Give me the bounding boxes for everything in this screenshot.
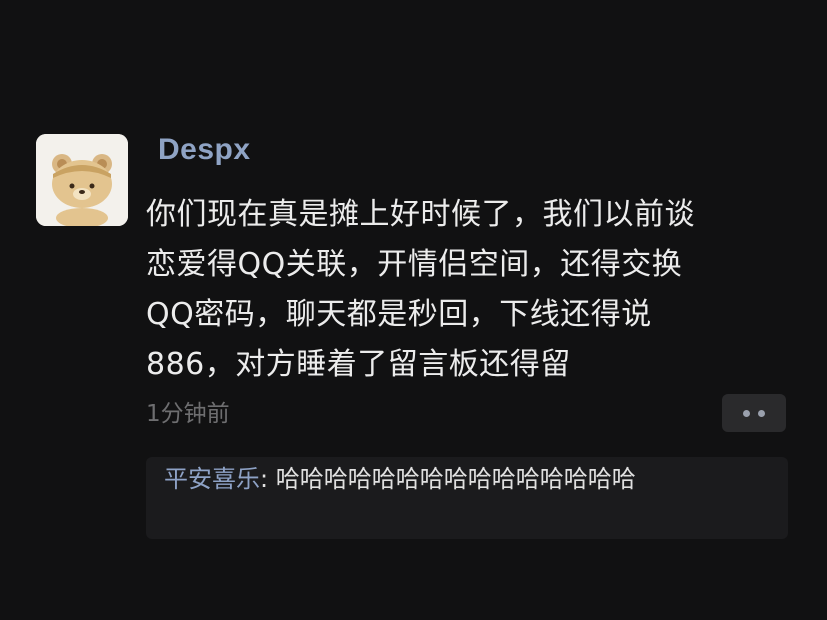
comment-author[interactable]: 平安喜乐 — [164, 465, 260, 493]
post-content: 你们现在真是摊上好时候了，我们以前谈 恋爱得QQ关联，开情侣空间，还得交换 QQ… — [146, 197, 695, 382]
comment-text: 哈哈哈哈哈哈哈哈哈哈哈哈哈哈哈 — [275, 465, 636, 493]
avatar[interactable] — [36, 134, 128, 226]
comment-separator: : — [260, 465, 276, 493]
more-dots-icon — [758, 409, 765, 417]
post-card: Despx 你们现在真是摊上好时候了，我们以前谈 恋爱得QQ关联，开情侣空间，还… — [0, 0, 827, 620]
username[interactable]: Despx — [158, 130, 251, 170]
bear-avatar-icon — [36, 134, 128, 226]
more-dots-icon — [743, 409, 750, 417]
more-options-button[interactable] — [722, 394, 786, 432]
comment-item[interactable]: 平安喜乐: 哈哈哈哈哈哈哈哈哈哈哈哈哈哈哈 — [164, 462, 774, 497]
comment-box: 平安喜乐: 哈哈哈哈哈哈哈哈哈哈哈哈哈哈哈 — [146, 457, 788, 539]
post-timestamp: 1分钟前 — [146, 401, 230, 427]
